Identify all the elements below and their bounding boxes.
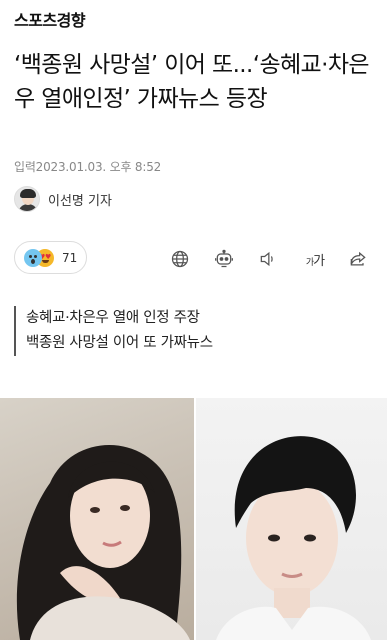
- summary-line-2: 백종원 사망설 이어 또 가짜뉴스: [26, 335, 213, 351]
- article-headline: ‘백종원 사망설’ 이어 또...‘송혜교·차은우 열애인정’ 가짜뉴스 등장: [14, 52, 370, 112]
- speaker-icon[interactable]: [256, 247, 280, 271]
- photo-actor[interactable]: [196, 398, 387, 640]
- site-logo[interactable]: 스포츠경향: [14, 7, 86, 31]
- article-summary: 송혜교·차은우 열애 인정 주장 백종원 사망설 이어 또 가짜뉴스: [14, 306, 213, 356]
- font-size-large-glyph: 가: [313, 253, 325, 269]
- surprised-emoji-icon: [24, 248, 42, 267]
- share-icon[interactable]: [346, 247, 370, 271]
- summary-line-1: 송혜교·차은우 열애 인정 주장: [26, 310, 200, 326]
- globe-icon[interactable]: [168, 247, 192, 271]
- font-size-icon[interactable]: 가가: [301, 247, 329, 271]
- published-time: 입력2023.01.03. 오후 8:52: [14, 160, 162, 174]
- article-toolbar: 가가: [0, 247, 387, 271]
- article-photo-pair: [0, 398, 387, 640]
- photo-actress[interactable]: [0, 398, 194, 640]
- reporter-avatar[interactable]: [14, 186, 40, 212]
- reporter-name[interactable]: 이선명 기자: [48, 190, 112, 209]
- masthead: 스포츠경향: [14, 7, 86, 31]
- byline[interactable]: 이선명 기자: [14, 186, 112, 212]
- robot-icon[interactable]: [212, 247, 236, 271]
